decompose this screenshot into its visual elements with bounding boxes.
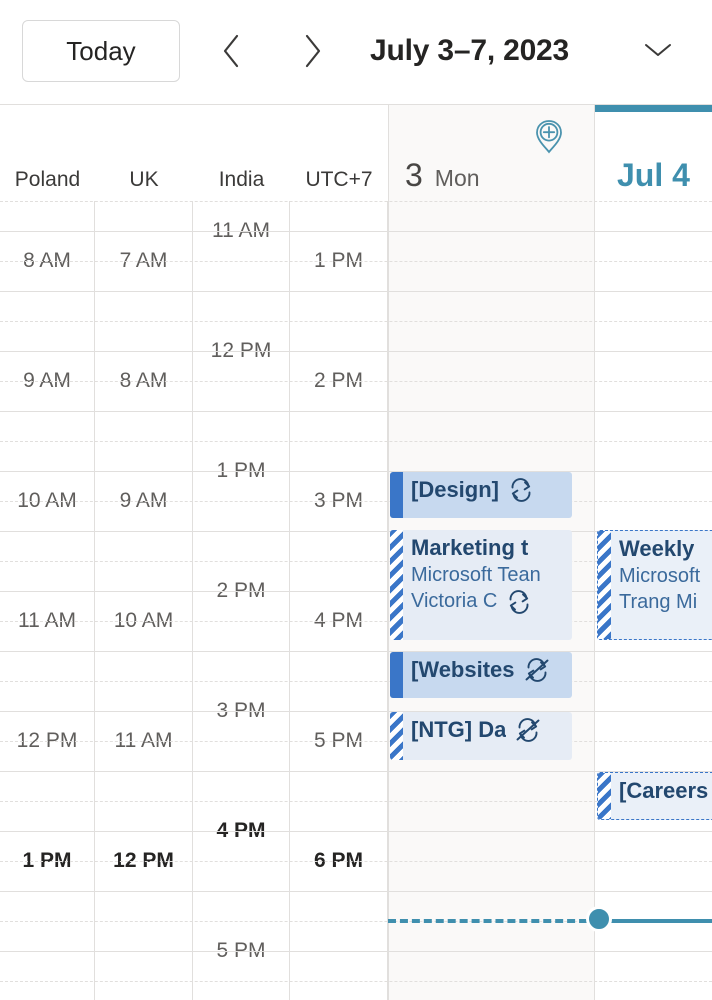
timezone-header-utc7: UTC+7	[290, 105, 388, 202]
chevron-left-icon	[223, 34, 239, 68]
chevron-down-icon	[645, 44, 671, 56]
day-name: Mon	[434, 165, 480, 191]
event-title-text: Weekly	[619, 536, 695, 561]
timezone-header-uk: UK	[95, 105, 193, 202]
previous-week-button[interactable]	[206, 26, 256, 76]
event-organizer: Victoria C	[411, 588, 566, 614]
day-header-text: 3 Mon	[389, 157, 480, 194]
day-header-mon-3[interactable]: 3 Mon	[388, 105, 595, 202]
grid-line-hour	[0, 351, 712, 352]
grid-line-half-hour	[0, 381, 712, 382]
recurring-cancelled-icon	[525, 657, 549, 682]
event-organizer: Trang Mi	[619, 589, 712, 615]
grid-line-hour	[0, 651, 712, 652]
current-time-dot	[586, 906, 612, 932]
event-category-bar	[390, 472, 403, 518]
grid-line-half-hour	[0, 321, 712, 322]
timezone-header-poland: Poland	[0, 105, 95, 202]
timezone-label: UK	[129, 168, 159, 191]
calendar-event-careers[interactable]: [Careers	[597, 772, 712, 820]
next-week-button[interactable]	[288, 26, 338, 76]
calendar-event-weekly[interactable]: Weekly Microsoft Trang Mi	[597, 530, 712, 640]
date-range-label: July 3–7, 2023	[370, 34, 570, 67]
recurring-icon	[511, 477, 531, 502]
event-body: Marketing t Microsoft Tean Victoria C	[403, 530, 572, 640]
event-title-text: [Design]	[411, 477, 499, 502]
event-tentative-bar	[598, 531, 611, 639]
grid-line-half-hour	[0, 861, 712, 862]
event-location: Microsoft Tean	[411, 564, 541, 587]
add-location-pin-icon[interactable]	[534, 119, 564, 162]
event-title-text: [NTG] Da	[411, 717, 507, 742]
event-body: Weekly Microsoft Trang Mi	[611, 531, 712, 639]
today-button[interactable]: Today	[22, 20, 180, 82]
grid-line-hour	[0, 411, 712, 412]
timezone-label: UTC+7	[305, 168, 373, 191]
today-button-label: Today	[66, 35, 136, 66]
event-status-icon	[514, 717, 542, 743]
event-status-icon	[523, 657, 551, 683]
timezone-label: Poland	[14, 168, 81, 191]
event-location: Microsoft	[619, 565, 701, 588]
date-range-dropdown-button[interactable]	[638, 30, 678, 70]
day-number: 3	[405, 157, 423, 193]
chevron-right-icon	[305, 34, 321, 68]
grid-line-half-hour	[0, 201, 712, 202]
event-title-text: [Careers	[619, 778, 709, 803]
event-status-icon	[507, 477, 535, 503]
event-body: [NTG] Da	[403, 712, 572, 760]
recurring-cancelled-icon	[516, 717, 540, 742]
calendar-header-row: Poland UK India UTC+7 3 Mon Jul 4	[0, 104, 712, 202]
event-title: Weekly	[619, 534, 712, 563]
grid-line-half-hour	[0, 501, 712, 502]
grid-line-hour	[0, 291, 712, 292]
grid-line-hour	[0, 831, 712, 832]
grid-line-half-hour	[0, 741, 712, 742]
grid-line-half-hour	[0, 261, 712, 262]
today-highlight-bar	[595, 105, 712, 112]
event-category-bar	[390, 652, 403, 698]
timezone-header-india: India	[193, 105, 290, 202]
calendar-event-ntg[interactable]: [NTG] Da	[390, 712, 572, 760]
event-body: [Websites	[403, 652, 572, 698]
event-body: [Careers	[611, 773, 712, 819]
grid-line-half-hour	[0, 441, 712, 442]
current-time-line-dashed	[388, 919, 599, 923]
event-body: [Design]	[403, 472, 572, 518]
grid-line-hour	[0, 891, 712, 892]
event-title-text: [Websites	[411, 657, 515, 682]
day-label: Jul 4	[617, 157, 690, 193]
grid-line-hour	[0, 471, 712, 472]
calendar-event-design[interactable]: [Design]	[390, 472, 572, 518]
event-title: [NTG] Da	[411, 715, 566, 744]
event-title: [Careers	[619, 776, 712, 805]
current-time-line-solid	[599, 919, 712, 923]
recurring-icon	[509, 589, 529, 614]
grid-line-hour	[0, 951, 712, 952]
calendar-grid[interactable]: 8 AM 9 AM 10 AM 11 AM 12 PM 1 PM 7 AM 8 AM 9 AM…	[0, 201, 712, 1000]
grid-line-half-hour	[0, 681, 712, 682]
timezone-label: India	[218, 168, 265, 191]
calendar-event-websites[interactable]: [Websites	[390, 652, 572, 698]
calendar-toolbar: Today July 3–7, 2023	[0, 0, 712, 104]
grid-line-half-hour	[0, 981, 712, 982]
event-title-text: Marketing t	[411, 535, 529, 560]
calendar-event-marketing[interactable]: Marketing t Microsoft Tean Victoria C	[390, 530, 572, 640]
event-organizer-text: Trang Mi	[619, 591, 698, 614]
day-header-jul-4[interactable]: Jul 4	[595, 105, 712, 202]
event-title: [Design]	[411, 475, 566, 504]
grid-line-hour	[0, 231, 712, 232]
event-status-icon	[505, 589, 533, 615]
event-title: Marketing t	[411, 533, 566, 562]
calendar-week-view: Today July 3–7, 2023 Poland UK India UTC…	[0, 0, 712, 1000]
grid-line-hour	[0, 711, 712, 712]
event-title: [Websites	[411, 655, 566, 684]
event-tentative-bar	[390, 712, 403, 760]
event-tentative-bar	[390, 530, 403, 640]
event-organizer-text: Victoria C	[411, 590, 498, 613]
event-tentative-bar	[598, 773, 611, 819]
